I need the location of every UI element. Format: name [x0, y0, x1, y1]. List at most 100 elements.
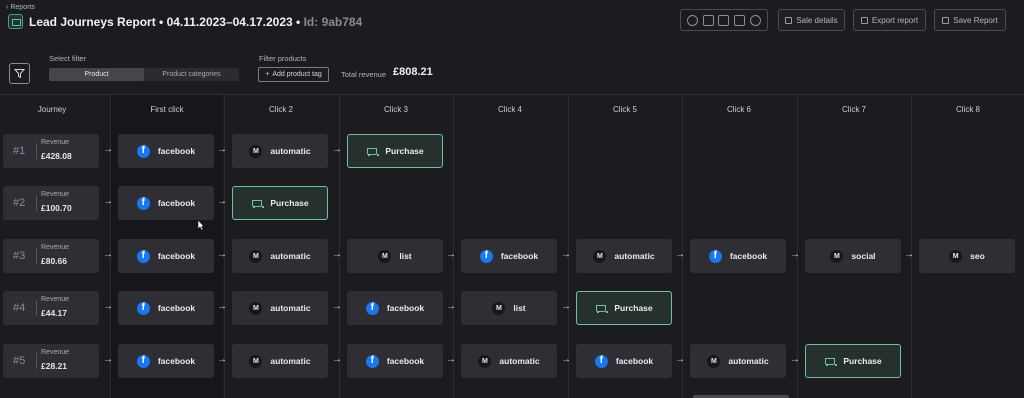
right-arrow-icon: →	[217, 354, 227, 365]
column-divider	[110, 95, 111, 398]
journey-step-channel[interactable]: Mautomatic	[690, 344, 786, 378]
save-icon	[942, 16, 950, 24]
sale-details-button[interactable]: Sale details	[778, 9, 845, 31]
journey-step-label: facebook	[157, 356, 196, 366]
filter-button[interactable]	[9, 63, 30, 84]
journey-step-channel[interactable]: Mautomatic	[232, 134, 328, 168]
revenue-value: £80.66	[41, 256, 67, 266]
filter-products-label: Filter products	[259, 54, 307, 63]
right-arrow-icon: →	[446, 301, 456, 312]
journey-step-facebook[interactable]: f facebook	[118, 134, 214, 168]
save-report-button[interactable]: Save Report	[934, 9, 1006, 31]
select-filter-label: Select filter	[49, 54, 87, 63]
journey-step-label: automatic	[270, 146, 311, 156]
journey-step-facebook[interactable]: f facebook	[347, 344, 443, 378]
journey-step-facebook[interactable]: f facebook	[118, 344, 214, 378]
journey-step-label: automatic	[270, 356, 311, 366]
journey-step-channel[interactable]: Mautomatic	[232, 291, 328, 325]
journey-step-facebook[interactable]: f facebook	[118, 291, 214, 325]
journey-step-purchase[interactable]: Purchase	[347, 134, 443, 168]
column-header: First click	[150, 105, 184, 114]
right-arrow-icon: →	[675, 354, 685, 365]
journey-revenue-card[interactable]: #5 Revenue £28.21	[3, 344, 99, 378]
column-header: Click 4	[497, 105, 522, 114]
right-arrow-icon: →	[217, 301, 227, 312]
dollar-icon	[785, 16, 793, 24]
journey-step-label: facebook	[500, 251, 539, 261]
journey-step-facebook[interactable]: f facebook	[690, 239, 786, 273]
right-arrow-icon: →	[446, 354, 456, 365]
divider	[36, 248, 37, 264]
journey-step-purchase[interactable]: Purchase	[576, 291, 672, 325]
journey-step-label: automatic	[270, 303, 311, 313]
journey-step-channel[interactable]: Mlist	[347, 239, 443, 273]
export-report-label: Export report	[871, 15, 919, 25]
tag-icon[interactable]	[718, 14, 730, 26]
right-arrow-icon: →	[790, 354, 800, 365]
column-header: Click 2	[268, 105, 293, 114]
journey-step-label: automatic	[499, 356, 540, 366]
channel-m-icon: M	[249, 354, 263, 368]
journey-step-label: list	[399, 251, 412, 261]
journey-step-facebook[interactable]: f facebook	[576, 344, 672, 378]
journey-revenue-card[interactable]: #2 Revenue £100.70	[3, 186, 99, 220]
export-report-button[interactable]: Export report	[853, 9, 926, 31]
right-arrow-icon: →	[103, 301, 113, 312]
journey-step-label: facebook	[386, 356, 425, 366]
journey-step-channel[interactable]: Mautomatic	[576, 239, 672, 273]
report-icon	[8, 14, 23, 29]
facebook-icon: f	[365, 354, 379, 368]
journey-revenue-card[interactable]: #4 Revenue £44.17	[3, 291, 99, 325]
journey-step-label: Purchase	[614, 303, 653, 313]
journey-step-channel[interactable]: Mlist	[461, 291, 557, 325]
journey-step-channel[interactable]: Mseo	[919, 239, 1015, 273]
revenue-label: Revenue	[41, 349, 70, 356]
revenue-value: £28.21	[41, 361, 67, 371]
back-link[interactable]: ‹ Reports	[6, 4, 35, 11]
journey-step-facebook[interactable]: f facebook	[118, 239, 214, 273]
tab-product-categories[interactable]: Product categories	[144, 68, 239, 81]
journey-step-purchase[interactable]: Purchase	[232, 186, 328, 220]
calendar-icon[interactable]	[734, 14, 746, 26]
journey-step-channel[interactable]: Mautomatic	[461, 344, 557, 378]
dollar-icon[interactable]	[687, 14, 699, 26]
journey-step-facebook[interactable]: f facebook	[118, 186, 214, 220]
tab-product[interactable]: Product	[49, 68, 144, 81]
right-arrow-icon: →	[103, 144, 113, 155]
column-divider	[339, 95, 340, 398]
add-product-tag-button[interactable]: + Add product tag	[258, 67, 329, 82]
divider	[36, 300, 37, 316]
facebook-icon: f	[365, 301, 379, 315]
journey-step-channel[interactable]: Mautomatic	[232, 344, 328, 378]
journey-number: #5	[13, 355, 26, 367]
column-header: Click 3	[383, 105, 408, 114]
journey-step-facebook[interactable]: f facebook	[347, 291, 443, 325]
facebook-icon: f	[594, 354, 608, 368]
journey-step-purchase[interactable]: Purchase	[805, 344, 901, 378]
revenue-value: £100.70	[41, 203, 72, 213]
journey-step-facebook[interactable]: f facebook	[461, 239, 557, 273]
journey-revenue-card[interactable]: #3 Revenue £80.66	[3, 239, 99, 273]
right-arrow-icon: →	[332, 249, 342, 260]
sale-details-label: Sale details	[796, 15, 838, 25]
save-report-label: Save Report	[953, 15, 998, 25]
right-arrow-icon: →	[217, 196, 227, 207]
right-arrow-icon: →	[217, 144, 227, 155]
link-icon[interactable]	[702, 14, 714, 26]
journey-step-label: Purchase	[843, 356, 882, 366]
channel-m-icon: M	[249, 144, 263, 158]
journey-step-label: automatic	[728, 356, 769, 366]
add-product-tag-label: Add product tag	[272, 71, 322, 78]
right-arrow-icon: →	[103, 249, 113, 260]
journey-step-label: facebook	[386, 303, 425, 313]
report-id: Id: 9ab784	[303, 14, 363, 29]
mouse-cursor	[197, 218, 205, 231]
journey-step-channel[interactable]: Msocial	[805, 239, 901, 273]
right-arrow-icon: →	[790, 249, 800, 260]
column-divider	[453, 95, 454, 398]
page-title: Lead Journeys Report • 04.11.2023–04.17.…	[29, 15, 362, 29]
column-header: Click 5	[612, 105, 637, 114]
globe-icon[interactable]	[749, 14, 761, 26]
journey-step-channel[interactable]: Mautomatic	[232, 239, 328, 273]
journey-revenue-card[interactable]: #1 Revenue £428.08	[3, 134, 99, 168]
